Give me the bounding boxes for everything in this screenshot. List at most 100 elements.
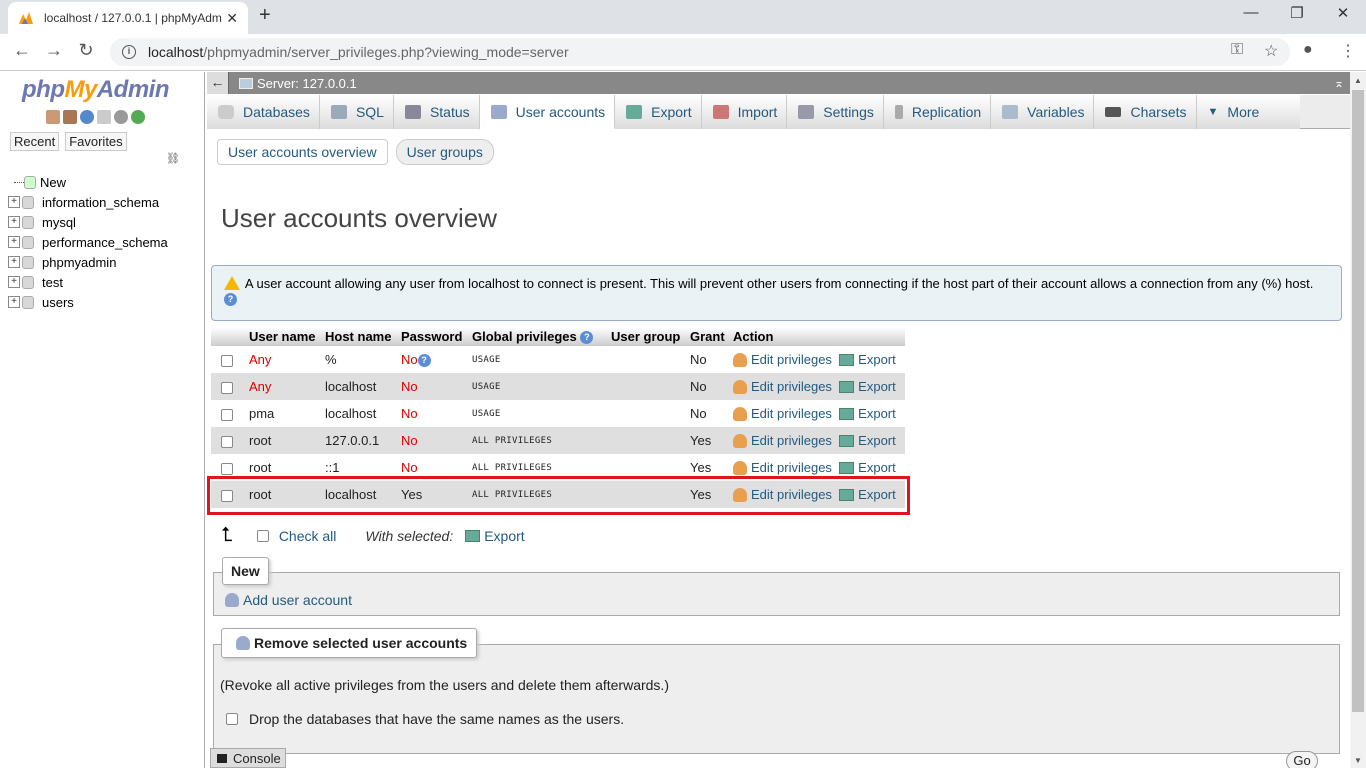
export-icon[interactable]: [465, 529, 481, 542]
tab-sql[interactable]: SQL: [319, 95, 394, 129]
help-icon[interactable]: ?: [417, 354, 431, 368]
tab-export[interactable]: Export: [615, 95, 702, 129]
settings-icon[interactable]: [114, 110, 128, 124]
home-icon[interactable]: [46, 110, 60, 124]
check-all-checkbox[interactable]: [256, 529, 269, 542]
edit-privileges-link[interactable]: Edit privileges: [751, 460, 832, 475]
tree-item-performance-schema[interactable]: + performance_schema: [8, 232, 168, 252]
logout-icon[interactable]: [63, 110, 77, 124]
edit-privileges-link[interactable]: Edit privileges: [751, 406, 832, 421]
collapse-top-icon[interactable]: ⌅: [1334, 76, 1344, 90]
tab-status[interactable]: Status: [393, 95, 480, 129]
drop-databases-checkbox[interactable]: [226, 713, 238, 725]
reload-icon[interactable]: ↻: [74, 40, 98, 61]
url-field[interactable]: i localhost/phpmyadmin/server_privileges…: [110, 38, 1290, 66]
row-checkbox[interactable]: [221, 462, 233, 475]
expand-icon[interactable]: +: [8, 276, 20, 288]
collapse-nav-icon[interactable]: ←: [207, 72, 229, 94]
tree-item-test[interactable]: + test: [8, 272, 168, 292]
export-link[interactable]: Export: [858, 379, 896, 394]
tree-item-phpmyadmin[interactable]: + phpmyadmin: [8, 252, 168, 272]
bulk-export-link[interactable]: Export: [484, 528, 524, 544]
console-toggle[interactable]: Console: [210, 748, 286, 768]
edit-privileges-icon[interactable]: [733, 353, 747, 368]
export-icon[interactable]: [839, 381, 855, 394]
expand-icon[interactable]: +: [8, 296, 20, 308]
edit-privileges-icon[interactable]: [733, 461, 747, 476]
row-checkbox[interactable]: [221, 489, 233, 502]
edit-privileges-link[interactable]: Edit privileges: [751, 352, 832, 367]
tab-user-groups[interactable]: User groups: [395, 139, 494, 165]
tree-item-new[interactable]: New: [8, 172, 168, 192]
scroll-thumb[interactable]: [1352, 90, 1364, 712]
export-link[interactable]: Export: [858, 460, 896, 475]
tree-item-information-schema[interactable]: + information_schema: [8, 192, 168, 212]
scroll-down-icon[interactable]: ▼: [1354, 756, 1362, 765]
tab-charsets[interactable]: Charsets: [1094, 95, 1197, 129]
tab-databases[interactable]: Databases: [207, 95, 320, 129]
drop-databases-option[interactable]: Drop the databases that have the same na…: [226, 711, 624, 727]
go-button[interactable]: Go: [1286, 751, 1318, 768]
menu-dots-icon[interactable]: ⋮: [1340, 41, 1356, 61]
minimize-icon[interactable]: —: [1228, 4, 1274, 21]
export-icon[interactable]: [839, 408, 855, 421]
edit-privileges-icon[interactable]: [733, 488, 747, 503]
site-info-icon[interactable]: i: [122, 45, 136, 59]
tree-item-users[interactable]: + users: [8, 292, 168, 312]
help-icon[interactable]: [80, 110, 94, 124]
tab-settings[interactable]: Settings: [787, 95, 884, 129]
row-checkbox[interactable]: [221, 408, 233, 421]
tab-variables[interactable]: Variables: [991, 95, 1095, 129]
restore-icon[interactable]: ❐: [1274, 4, 1320, 22]
recent-button[interactable]: Recent: [10, 132, 60, 151]
forward-icon[interactable]: →: [42, 40, 66, 61]
row-checkbox[interactable]: [221, 354, 233, 367]
expand-icon[interactable]: +: [8, 216, 20, 228]
export-link[interactable]: Export: [858, 352, 896, 367]
expand-icon[interactable]: +: [8, 196, 20, 208]
export-link[interactable]: Export: [858, 433, 896, 448]
phpmyadmin-logo[interactable]: phpMyAdmin: [22, 76, 170, 104]
favorites-button[interactable]: Favorites: [65, 132, 127, 151]
edit-privileges-icon[interactable]: [733, 380, 747, 395]
tab-user-accounts[interactable]: User accounts: [479, 95, 616, 129]
server-label[interactable]: Server: 127.0.0.1: [257, 76, 357, 91]
check-all-label[interactable]: Check all: [279, 528, 337, 544]
help-icon[interactable]: ?: [224, 293, 237, 307]
export-icon[interactable]: [839, 489, 855, 502]
tab-replication[interactable]: Replication: [883, 95, 992, 129]
tab-close-icon[interactable]: ✕: [226, 10, 238, 27]
tree-item-mysql[interactable]: + mysql: [8, 212, 168, 232]
add-user-account-link[interactable]: Add user account: [225, 592, 352, 608]
export-icon[interactable]: [839, 462, 855, 475]
edit-privileges-link[interactable]: Edit privileges: [751, 433, 832, 448]
expand-icon[interactable]: +: [8, 236, 20, 248]
edit-privileges-icon[interactable]: [733, 434, 747, 449]
edit-privileges-link[interactable]: Edit privileges: [751, 487, 832, 502]
export-link[interactable]: Export: [858, 406, 896, 421]
tab-user-accounts-overview[interactable]: User accounts overview: [217, 139, 388, 165]
tab-import[interactable]: Import: [701, 95, 788, 129]
new-tab-icon[interactable]: +: [259, 4, 271, 27]
expand-icon[interactable]: +: [8, 256, 20, 268]
reload-nav-icon[interactable]: [131, 110, 145, 124]
export-icon[interactable]: [839, 435, 855, 448]
row-checkbox[interactable]: [221, 435, 233, 448]
browser-tab[interactable]: localhost / 127.0.0.1 | phpMyAdm ✕: [8, 2, 248, 34]
key-icon[interactable]: ⚿: [1231, 41, 1243, 59]
docs-icon[interactable]: [97, 110, 111, 124]
edit-privileges-icon[interactable]: [733, 407, 747, 422]
edit-privileges-link[interactable]: Edit privileges: [751, 379, 832, 394]
tab-more[interactable]: ▼ More: [1196, 95, 1300, 129]
export-link[interactable]: Export: [858, 487, 896, 502]
scroll-up-icon[interactable]: ▲: [1354, 76, 1362, 85]
back-icon[interactable]: ←: [10, 40, 34, 61]
link-icon[interactable]: ⛓: [166, 152, 180, 165]
export-icon[interactable]: [839, 354, 855, 367]
row-checkbox[interactable]: [221, 381, 233, 394]
bookmark-star-icon[interactable]: ☆: [1264, 41, 1278, 61]
account-icon[interactable]: ●: [1303, 41, 1313, 59]
scrollbar[interactable]: ▲ ▼: [1350, 72, 1366, 768]
help-icon[interactable]: ?: [580, 331, 594, 345]
window-close-icon[interactable]: ✕: [1320, 4, 1366, 22]
